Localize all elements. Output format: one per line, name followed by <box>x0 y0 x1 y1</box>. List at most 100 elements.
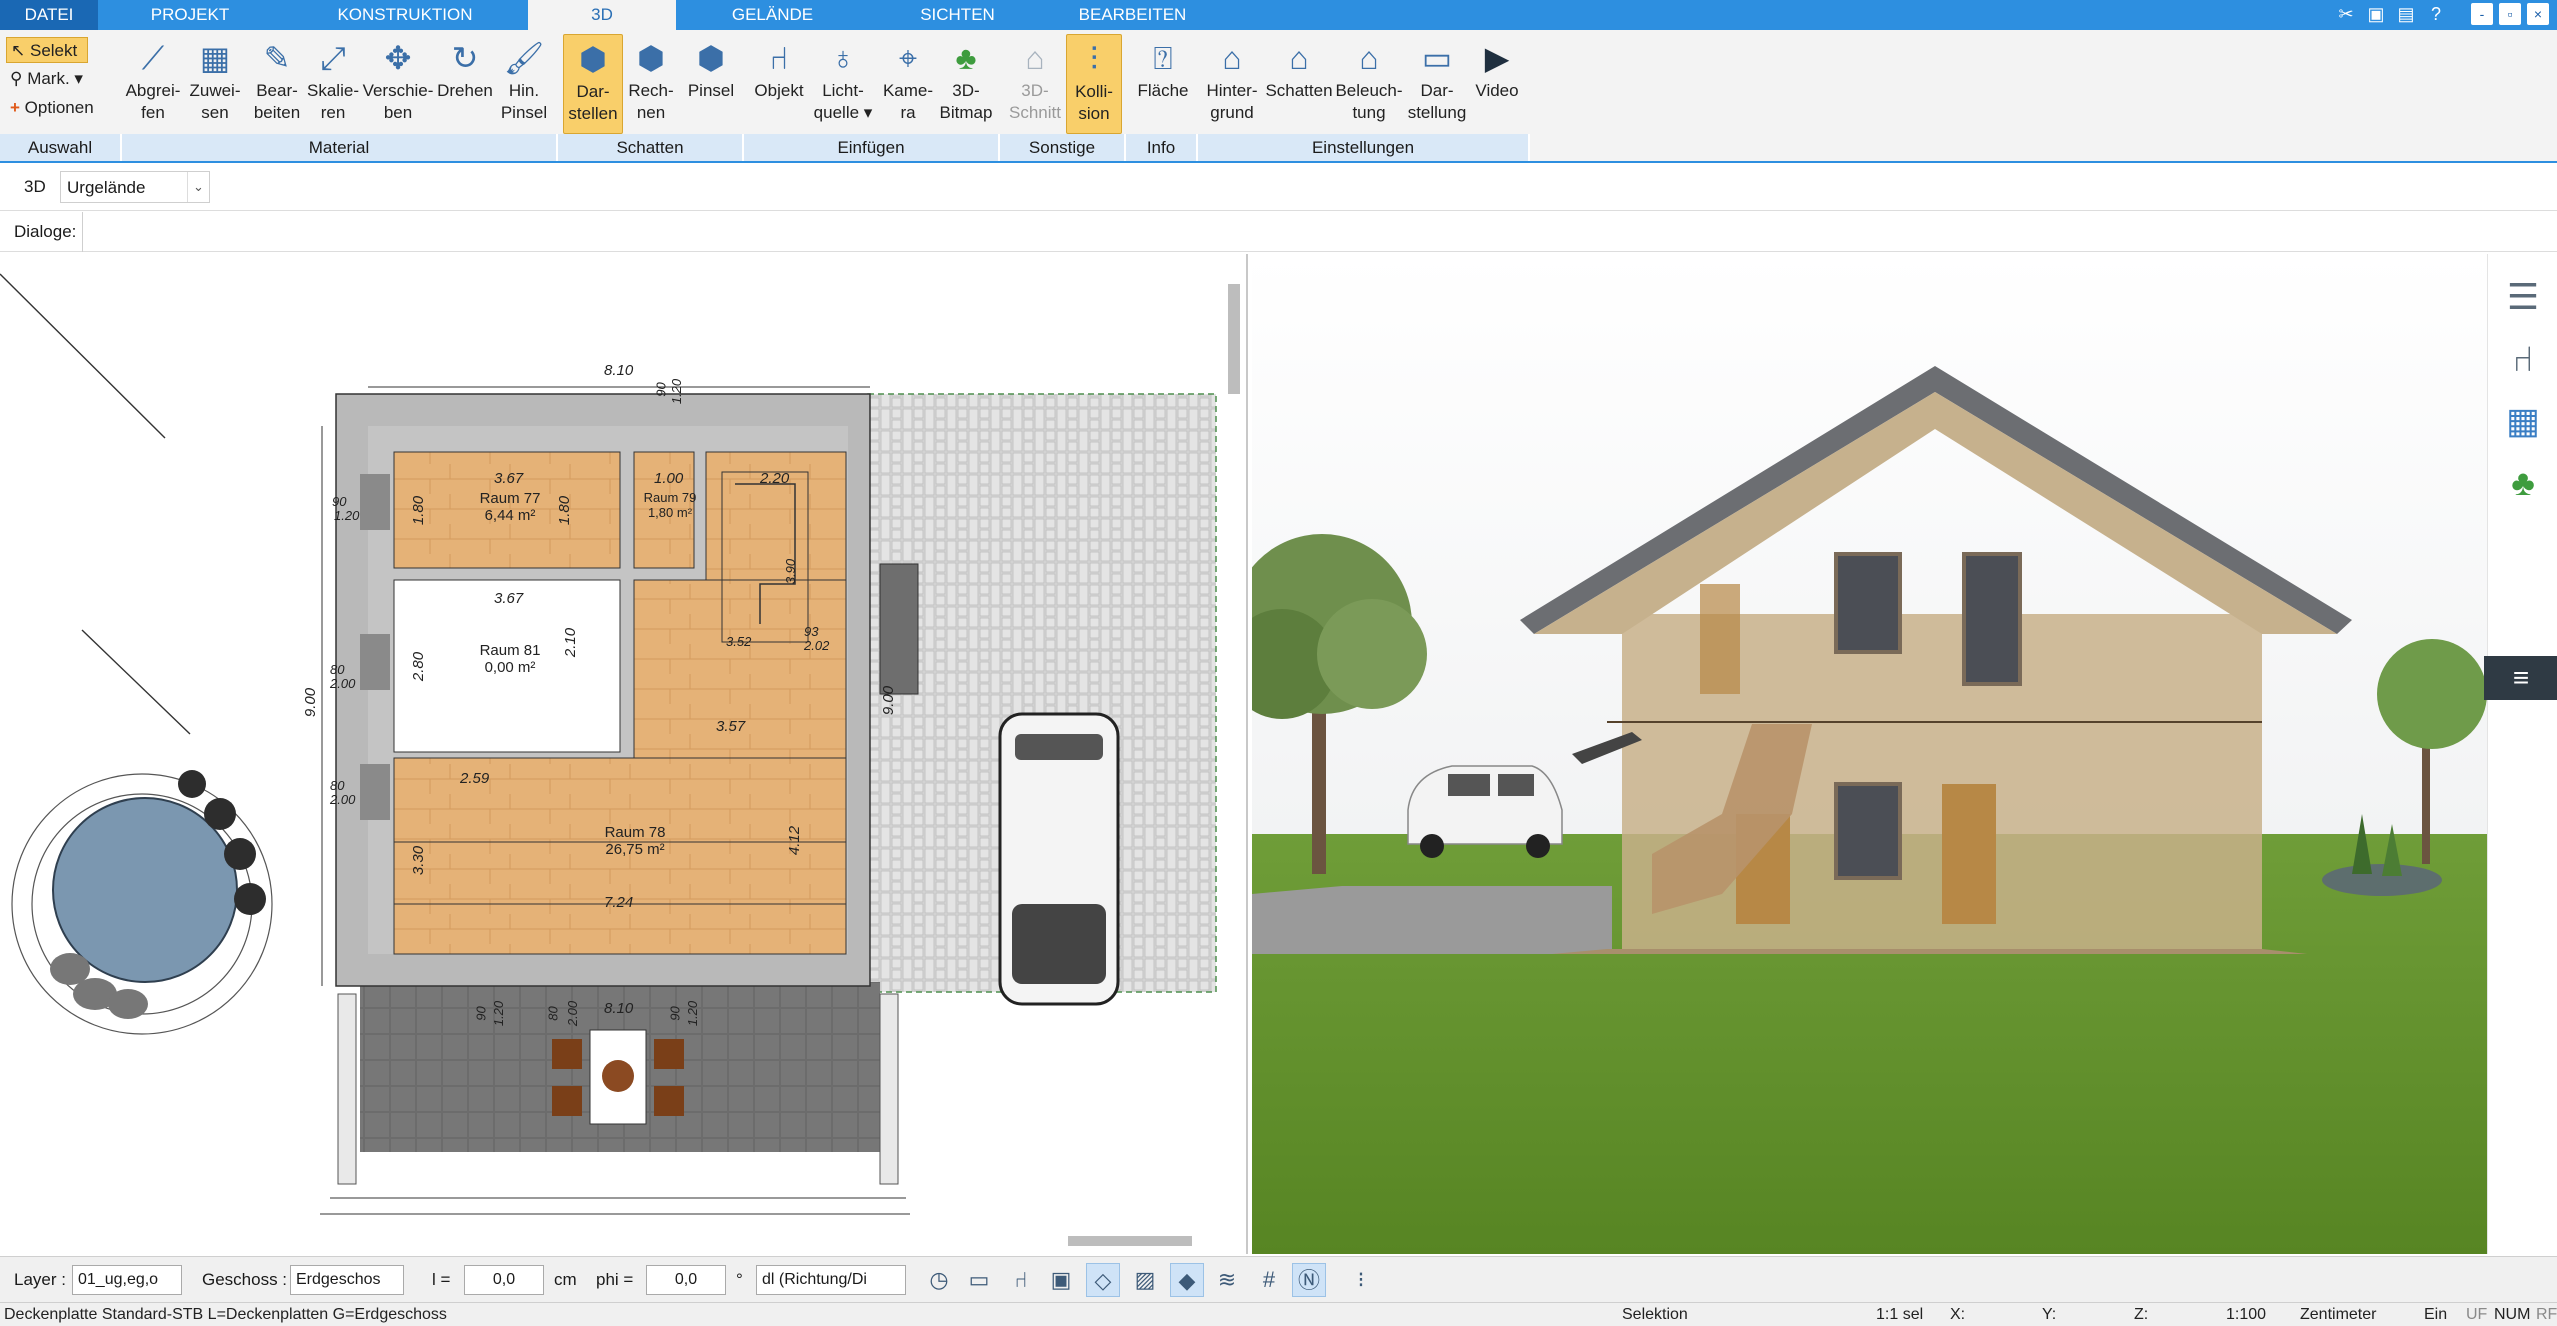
bearbeiten-label1: Bear- <box>256 81 298 100</box>
verschieben-button[interactable]: ✥ Verschie- ben <box>360 34 436 124</box>
chair-view-icon[interactable]: ⑁ <box>1004 1263 1038 1297</box>
schnitt-label2: Schnitt <box>1009 103 1061 122</box>
drehen-button[interactable]: ↻ Drehen <box>434 34 496 102</box>
3d-bitmap-button[interactable]: ♣ 3D- Bitmap <box>934 34 998 124</box>
tab-datei[interactable]: DATEI <box>0 0 98 30</box>
mark-icon: ⚲ <box>10 69 23 88</box>
tab-projekt[interactable]: PROJEKT <box>120 0 260 30</box>
minimize-button[interactable]: - <box>2471 3 2493 25</box>
room-labels: Raum 77 6,44 m² Raum 79 1,80 m² Raum 81 … <box>0 254 1246 1254</box>
darstellen-label2: stellen <box>568 104 618 123</box>
options-button[interactable]: + Optionen <box>6 95 98 121</box>
schatten-pinsel-button[interactable]: ⬢ Pinsel <box>681 34 741 102</box>
row-3d-label: 3D <box>24 177 46 196</box>
beleuchtung-button[interactable]: ⌂ Beleuch- tung <box>1334 34 1404 124</box>
wave-icon[interactable]: ≋ <box>1210 1263 1244 1297</box>
darstellung-label1: Dar- <box>1420 81 1454 100</box>
room-79[interactable]: Raum 79 1,80 m² <box>630 490 710 520</box>
hatch-icon[interactable]: ▨ <box>1128 1263 1162 1297</box>
window-controls: - ▫ × <box>2471 3 2549 25</box>
phi-input[interactable]: 0,0 <box>646 1265 726 1295</box>
room-81[interactable]: Raum 81 0,00 m² <box>460 642 560 676</box>
rotate-icon: ↻ <box>451 40 479 76</box>
status-sel: 1:1 sel <box>1876 1306 1924 1323</box>
tab-gelaende[interactable]: GELÄNDE <box>700 0 845 30</box>
house-light-icon: ⌂ <box>1359 40 1379 76</box>
skalieren-label2: ren <box>320 103 346 122</box>
layers-icon[interactable]: ☰ <box>2500 274 2546 320</box>
hintergrund-button[interactable]: ⌂ Hinter- grund <box>1200 34 1264 124</box>
grid-icon[interactable]: # <box>1252 1263 1286 1297</box>
tab-konstruktion[interactable]: KONSTRUKTION <box>320 0 490 30</box>
room-81-name: Raum 81 <box>479 642 541 659</box>
darstellung-button[interactable]: ▭ Dar- stellung <box>1404 34 1470 124</box>
skalieren-button[interactable]: ⤢ Skalie- ren <box>302 34 364 124</box>
clock-icon[interactable]: ◷ <box>922 1263 956 1297</box>
drehen-label1: Drehen <box>437 81 493 100</box>
darstellen-label1: Dar- <box>576 82 610 101</box>
status-y: Y: <box>2042 1306 2057 1323</box>
kamera-button[interactable]: ⌖ Kame- ra <box>876 34 940 124</box>
3d-schnitt-button[interactable]: ⌂ 3D- Schnitt <box>1004 34 1066 124</box>
shadow-calc-icon: ⬢ <box>637 40 665 76</box>
l-input[interactable]: 0,0 <box>464 1265 544 1295</box>
plane-icon[interactable]: ◆ <box>1170 1263 1204 1297</box>
bearbeiten-button[interactable]: ✎ Bear- beiten <box>246 34 308 124</box>
terrain-select[interactable]: Urgelände ⌄ <box>60 171 210 203</box>
bitmap-label1: 3D- <box>952 81 980 100</box>
3d-scene[interactable] <box>1252 254 2487 1254</box>
play-icon: ▶ <box>1484 40 1510 76</box>
3d-view[interactable] <box>1252 254 2487 1254</box>
surface-icon[interactable]: ◇ <box>1086 1263 1120 1297</box>
tools-icon[interactable]: ✂ <box>2335 2 2357 26</box>
geschoss-select[interactable]: Erdgeschos <box>290 1265 404 1295</box>
abgreifen-button[interactable]: ⟋ Abgrei- fen <box>122 34 184 124</box>
restore-button[interactable]: ▫ <box>2499 3 2521 25</box>
box-icon[interactable]: ▣ <box>1044 1263 1078 1297</box>
room-78[interactable]: Raum 78 26,75 m² <box>580 824 690 858</box>
schatten-darstellen-button[interactable]: ⬢ Dar- stellen <box>563 34 623 134</box>
terrain-select-value: Urgelände <box>67 178 146 197</box>
panel-toggle-button[interactable]: ≡ <box>2484 656 2557 700</box>
north-icon[interactable]: Ⓝ <box>1292 1263 1326 1297</box>
layer-select[interactable]: 01_ug,eg,o <box>72 1265 182 1295</box>
geschoss-select-value: Erdgeschos <box>296 1271 381 1288</box>
objekt-button[interactable]: ⑁ Objekt <box>748 34 810 102</box>
package-icon[interactable]: ▣ <box>2365 2 2387 26</box>
kollision-button[interactable]: ⫶ Kolli- sion <box>1066 34 1122 134</box>
zuweisen-button[interactable]: ▦ Zuwei- sen <box>184 34 246 124</box>
schatten-settings-label: Schatten <box>1265 81 1333 100</box>
dialoge-label: Dialoge: <box>14 222 77 241</box>
group-info: Info <box>1126 134 1198 161</box>
more-icon[interactable]: ⁝ <box>1344 1263 1378 1297</box>
room-77[interactable]: Raum 77 6,44 m² <box>460 490 560 524</box>
flaeche-label: Fläche <box>1137 81 1189 100</box>
floor-plan-view[interactable]: 8.10 8.10 9.00 9.00 3.67 3.67 1.00 2.20 … <box>0 254 1248 1254</box>
dl-select[interactable]: dl (Richtung/Di <box>756 1265 906 1295</box>
assign-icon: ▦ <box>199 40 231 76</box>
schatten-rechnen-button[interactable]: ⬢ Rech- nen <box>623 34 679 124</box>
hin-pinsel-button[interactable]: 🖌 Hin. Pinsel <box>496 34 552 124</box>
materials-icon[interactable]: ▦ <box>2500 398 2546 444</box>
chevron-down-icon[interactable]: ⌄ <box>187 172 209 202</box>
flaeche-button[interactable]: ⍰ Fläche <box>1132 34 1194 102</box>
group-material: Material <box>122 134 558 161</box>
close-button[interactable]: × <box>2527 3 2549 25</box>
plants-icon[interactable]: ♣ <box>2500 460 2546 506</box>
layout-icon[interactable]: ▤ <box>2395 2 2417 26</box>
dialog-divider <box>82 212 83 252</box>
lichtquelle-button[interactable]: ♁ Licht- quelle ▾ <box>810 34 876 124</box>
verschieben-label2: ben <box>383 103 413 122</box>
tab-sichten[interactable]: SICHTEN <box>885 0 1030 30</box>
status-unit: Zentimeter <box>2300 1306 2377 1323</box>
screen-icon[interactable]: ▭ <box>962 1263 996 1297</box>
help-icon[interactable]: ? <box>2425 2 2447 26</box>
chair-catalog-icon[interactable]: ⑁ <box>2500 336 2546 382</box>
schatten-settings-button[interactable]: ⌂ Schatten <box>1264 34 1334 102</box>
select-button[interactable]: ↖ Selekt <box>6 37 88 63</box>
tab-bearbeiten[interactable]: BEARBEITEN <box>1045 0 1220 30</box>
mark-button[interactable]: ⚲ Mark. ▾ <box>6 66 87 92</box>
rechnen-label1: Rech- <box>628 81 674 100</box>
tab-3d[interactable]: 3D <box>528 0 676 31</box>
video-button[interactable]: ▶ Video <box>1468 34 1526 102</box>
